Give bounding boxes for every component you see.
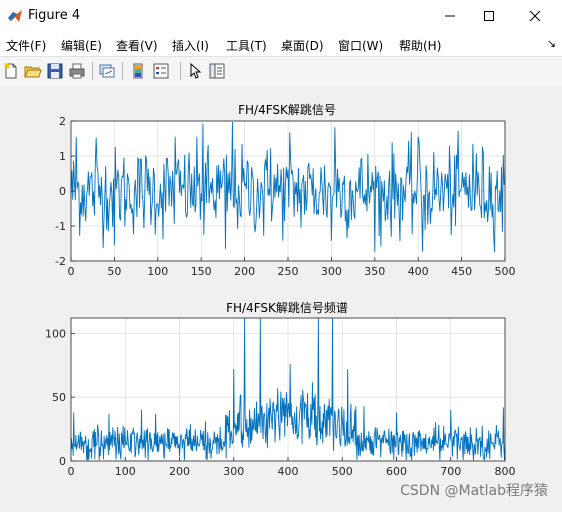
menu-help[interactable]: 帮助(H) [399,37,441,54]
y-tick-label: -2 [55,255,66,268]
menu-edit[interactable]: 编辑(E) [61,37,102,54]
x-tick-label: 500 [495,265,516,278]
minimize-icon [444,15,455,17]
x-tick-label: 150 [191,265,212,278]
x-tick-label: 200 [169,465,190,478]
axes-spectrum[interactable]: FH/4FSK解跳信号频谱 0 100 200 300 400 500 600 700 800 … [45,301,516,478]
axes-1-title: FH/4FSK解跳信号 [238,103,336,117]
maximize-icon [483,11,494,21]
x-tick-label: 450 [451,265,472,278]
new-figure-icon[interactable] [2,62,20,80]
x-tick-label: 350 [364,265,385,278]
window-titlebar: Figure 4 [0,0,562,32]
close-icon [529,10,540,22]
figure-canvas: FH/4FSK解跳信号 0 50 100 150 200 250 300 350 400 450 5… [0,85,562,508]
x-tick-label: 0 [68,265,75,278]
menu-tools[interactable]: 工具(T) [226,37,267,54]
x-tick-label: 300 [223,465,244,478]
toolbar-separator [92,62,93,80]
y-tick-label: -1 [55,220,66,233]
toolbar-separator [180,62,181,80]
menu-insert[interactable]: 插入(I) [172,37,209,54]
menu-desktop[interactable]: 桌面(D) [281,37,324,54]
y-tick-label: 1 [59,150,66,163]
menu-dock-arrow-icon[interactable]: ↘ [547,37,556,50]
y-tick-label: 2 [59,115,66,128]
x-tick-label: 100 [115,465,136,478]
menu-bar: 文件(F) 编辑(E) 查看(V) 插入(I) 工具(T) 桌面(D) 窗口(W… [0,32,562,56]
menu-window[interactable]: 窗口(W) [338,37,383,54]
x-tick-label: 500 [332,465,353,478]
link-plot-icon[interactable] [98,62,116,80]
menu-view[interactable]: 查看(V) [116,37,158,54]
axes-time-signal[interactable]: FH/4FSK解跳信号 0 50 100 150 200 250 300 350 400 450 5… [55,103,515,278]
figure-plots: FH/4FSK解跳信号 0 50 100 150 200 250 300 350 400 450 5… [45,103,516,478]
x-tick-label: 250 [278,265,299,278]
x-tick-label: 800 [495,465,516,478]
x-tick-label: 400 [408,265,429,278]
x-tick-label: 200 [234,265,255,278]
open-file-icon[interactable] [24,62,42,80]
print-icon[interactable] [68,62,86,80]
x-tick-label: 300 [321,265,342,278]
insert-colorbar-icon[interactable] [130,62,148,80]
x-tick-label: 100 [147,265,168,278]
axes-2-title: FH/4FSK解跳信号频谱 [226,301,348,315]
maximize-button[interactable] [466,0,511,32]
y-tick-label: 100 [45,327,66,340]
y-tick-label: 50 [52,391,66,404]
x-tick-label: 700 [440,465,461,478]
y-tick-label: 0 [59,185,66,198]
insert-legend-icon[interactable] [152,62,170,80]
save-icon[interactable] [46,62,64,80]
matlab-logo-icon [8,10,22,22]
y-tick-label: 0 [59,455,66,468]
property-inspector-icon[interactable] [208,62,226,80]
x-tick-label: 50 [107,265,121,278]
menu-file[interactable]: 文件(F) [6,37,46,54]
window-title: Figure 4 [28,8,81,23]
figure-toolbar [0,56,562,86]
axes-2-yticks: 0 50 100 [45,327,75,468]
close-button[interactable] [512,0,557,32]
watermark-text: CSDN @Matlab程序猿 [400,483,548,499]
x-tick-label: 400 [278,465,299,478]
toolbar-separator [122,62,123,80]
x-tick-label: 600 [386,465,407,478]
select-pointer-icon[interactable] [186,62,204,80]
x-tick-label: 0 [68,465,75,478]
